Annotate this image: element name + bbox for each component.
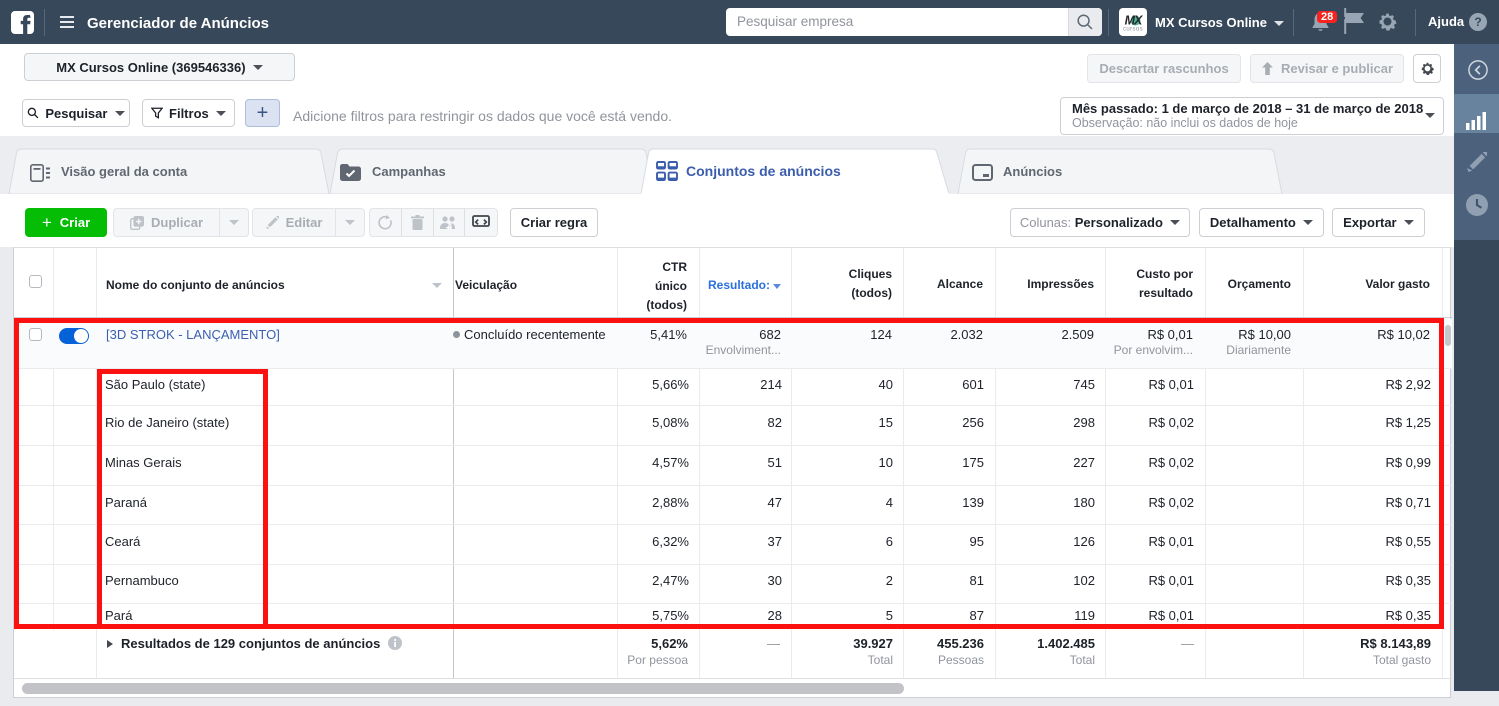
svg-text:?: ?	[1474, 15, 1481, 29]
svg-text:MX: MX	[1125, 14, 1143, 28]
svg-text:cursos: cursos	[1123, 27, 1143, 33]
